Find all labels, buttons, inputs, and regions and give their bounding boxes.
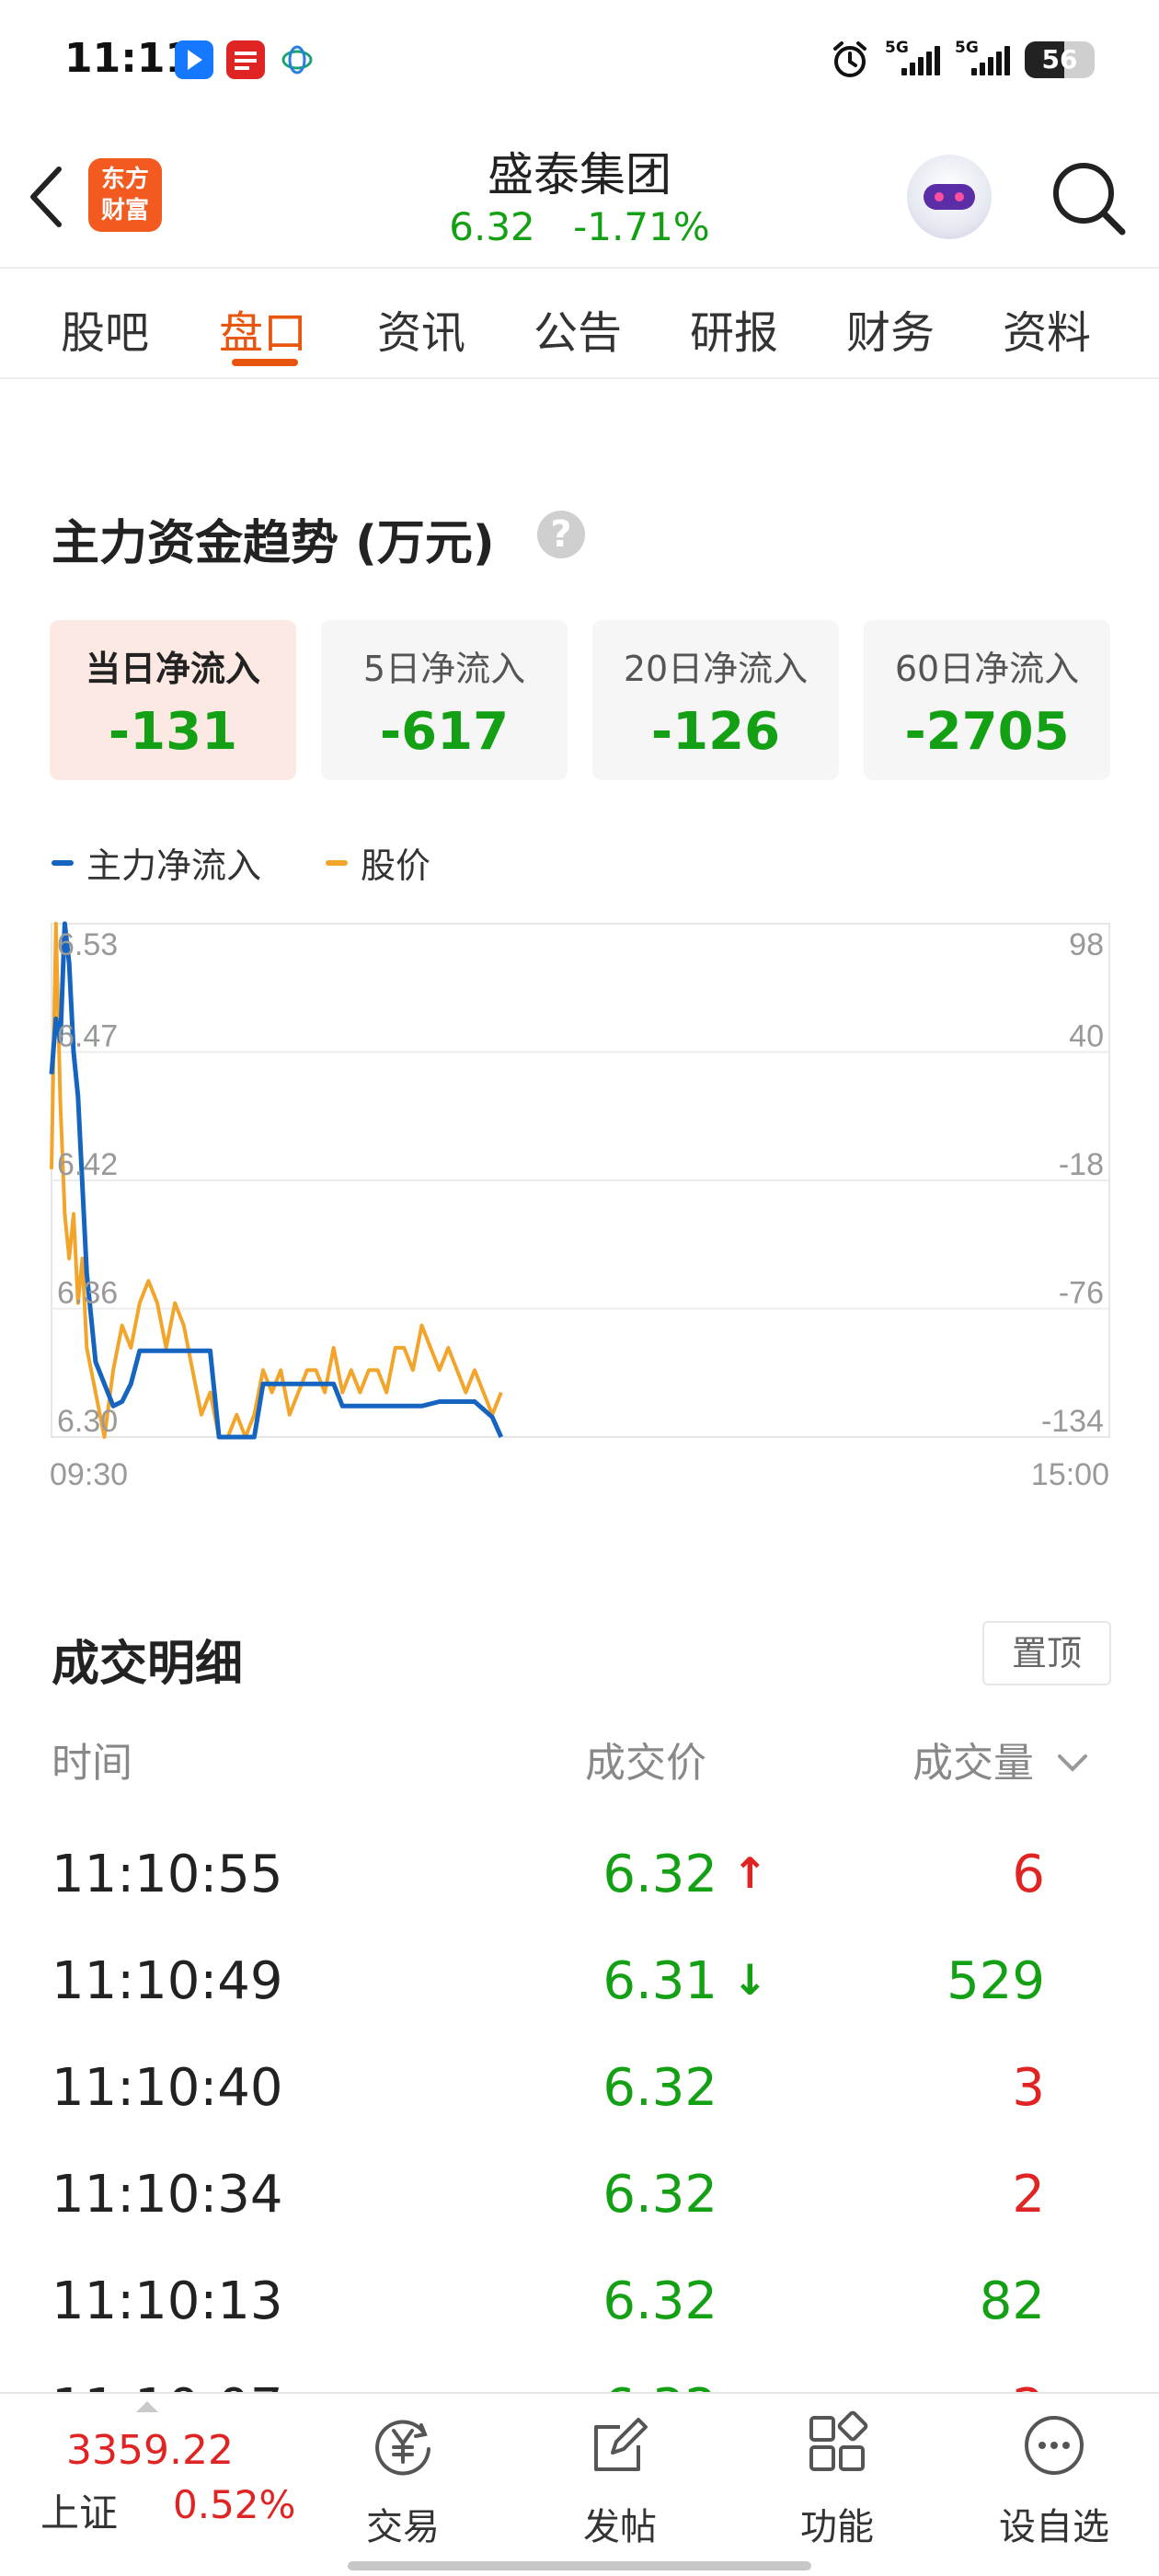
left-axis-tick: 6.47 xyxy=(57,1019,118,1054)
status-indicators: 5G 5G 56 xyxy=(830,37,1095,83)
trade-time: 11:10:34 xyxy=(52,2165,283,2225)
stock-tabs: 股吧 盘口 资讯 公告 研报 财务 资料 xyxy=(0,267,1159,379)
header-volume[interactable]: 成交量 xyxy=(912,1730,1091,1788)
app-notification-icon xyxy=(175,40,213,79)
right-axis-tick: 98 xyxy=(1069,927,1104,962)
trade-time: 11:10:49 xyxy=(52,1951,283,2011)
help-icon[interactable]: ? xyxy=(537,511,585,558)
active-tab-indicator xyxy=(232,359,298,366)
trade-volume: 6 xyxy=(1012,1845,1045,1904)
arrow-down-icon: ↓ xyxy=(732,1955,768,2005)
right-axis-tick: -134 xyxy=(1041,1404,1104,1439)
index-change-pct[interactable]: 0.52% xyxy=(173,2482,295,2527)
trade-volume: 82 xyxy=(979,2271,1045,2331)
search-icon xyxy=(1053,163,1126,236)
fund-flow-title: 主力资金趋势 (万元) xyxy=(52,516,495,571)
flow-card-5d[interactable]: 5日净流入 -617 xyxy=(321,620,568,780)
trade-price: 6.32 xyxy=(602,1845,717,1904)
yen-cycle-icon xyxy=(375,2420,430,2476)
trade-time: 11:10:40 xyxy=(52,2058,283,2118)
pin-top-button[interactable]: 置顶 xyxy=(982,1621,1111,1685)
search-button[interactable] xyxy=(1047,156,1130,239)
trade-row: 11:10:40 6.32 3 xyxy=(0,2030,1159,2137)
alarm-icon xyxy=(833,41,866,77)
index-name[interactable]: 上证 xyxy=(40,2482,118,2538)
chevron-down-icon xyxy=(1058,1754,1087,1772)
trade-volume: 3 xyxy=(1012,2058,1045,2118)
fund-flow-chart[interactable]: 6.53 6.47 6.42 6.36 6.30 98 40 -18 -76 -134 09:30 1… xyxy=(0,911,1159,1500)
tab-pankou[interactable]: 盘口 xyxy=(219,296,307,361)
index-value[interactable]: 3359.22 xyxy=(66,2427,234,2474)
trade-row: 11:10:13 6.32 82 xyxy=(0,2244,1159,2351)
trade-price: 6.32 xyxy=(602,2058,717,2118)
right-axis-tick: 40 xyxy=(1069,1019,1104,1054)
trade-time: 11:10:13 xyxy=(52,2271,283,2331)
status-bar: 11:11 5G 5G 56 xyxy=(0,0,1159,120)
left-axis-tick: 6.36 xyxy=(57,1276,118,1311)
right-axis-tick: -76 xyxy=(1059,1276,1104,1311)
ai-assistant-avatar[interactable] xyxy=(907,155,992,239)
stock-price: 6.32 xyxy=(449,204,535,249)
trade-time: 11:10:55 xyxy=(52,1845,283,1904)
stock-header: 东方 财富 盛泰集团 6.32 -1.71% xyxy=(0,120,1159,267)
trade-price: 6.32 xyxy=(602,2271,717,2331)
tab-finance[interactable]: 财务 xyxy=(846,296,935,361)
header-time: 时间 xyxy=(52,1740,132,1787)
tab-news[interactable]: 资讯 xyxy=(377,296,465,361)
trade-volume: 529 xyxy=(947,1951,1045,2011)
edit-post-icon xyxy=(594,2418,648,2471)
left-axis-tick: 6.53 xyxy=(57,927,118,962)
trade-volume: 2 xyxy=(1012,2378,1045,2392)
tab-research[interactable]: 研报 xyxy=(690,296,778,361)
left-axis-tick: 6.42 xyxy=(57,1147,118,1182)
nav-functions[interactable]: 功能 xyxy=(763,2410,911,2550)
flow-card-60d[interactable]: 60日净流入 -2705 xyxy=(864,620,1110,780)
signal-icon: 5G xyxy=(885,39,940,75)
tab-announcements[interactable]: 公告 xyxy=(534,296,622,361)
trade-time: 11:10:07 xyxy=(52,2378,283,2392)
battery-icon: 56 xyxy=(1025,41,1095,78)
left-axis-tick: 6.30 xyxy=(57,1404,118,1439)
trade-list: 11:10:55 6.32 ↑ 6 11:10:49 6.31 ↓ 529 11:10:40 6.… xyxy=(0,1817,1159,2392)
trade-row: 11:10:07 6.32 2 xyxy=(0,2351,1159,2392)
trade-row: 11:10:34 6.32 2 xyxy=(0,2137,1159,2244)
bottom-bar: 3359.22 上证 0.52% 交易 发帖 功能 设自选 xyxy=(0,2392,1159,2576)
tab-profile[interactable]: 资料 xyxy=(1003,296,1091,361)
trade-row: 11:10:49 6.31 ↓ 529 xyxy=(0,1924,1159,2030)
nav-post[interactable]: 发帖 xyxy=(546,2410,694,2550)
legend-price: 股价 xyxy=(326,837,430,888)
right-axis-tick: -18 xyxy=(1059,1147,1104,1182)
signal-icon: 5G xyxy=(955,39,1010,75)
trade-row: 11:10:55 6.32 ↑ 6 xyxy=(0,1817,1159,1924)
trade-volume: 2 xyxy=(1012,2165,1045,2225)
expand-caret-icon[interactable] xyxy=(136,2401,158,2412)
more-dots-icon xyxy=(1025,2416,1084,2475)
grid-apps-icon xyxy=(809,2410,868,2471)
x-axis-tick-start: 09:30 xyxy=(50,1457,128,1492)
trade-price: 6.31 xyxy=(602,1951,717,2011)
x-axis-tick-end: 15:00 xyxy=(1031,1457,1109,1492)
nav-add-watchlist[interactable]: 设自选 xyxy=(981,2410,1128,2550)
nav-trade[interactable]: 交易 xyxy=(329,2410,476,2550)
china-mobile-icon xyxy=(278,40,316,79)
flow-card-20d[interactable]: 20日净流入 -126 xyxy=(592,620,839,780)
home-indicator[interactable] xyxy=(348,2561,811,2570)
flow-card-today[interactable]: 当日净流入 -131 xyxy=(50,620,296,780)
header-price: 成交价 xyxy=(585,1740,706,1787)
trade-detail-title: 成交明细 xyxy=(52,1637,244,1692)
arrow-up-icon: ↑ xyxy=(732,1848,768,1898)
trade-price: 6.32 xyxy=(602,2378,717,2392)
stock-change-pct: -1.71% xyxy=(573,204,710,249)
tab-guba[interactable]: 股吧 xyxy=(61,296,149,361)
chart-legend: 主力净流入 股价 xyxy=(52,837,430,888)
app-notification-icon xyxy=(226,40,265,79)
trade-price: 6.32 xyxy=(602,2165,717,2225)
legend-flow: 主力净流入 xyxy=(52,837,261,888)
